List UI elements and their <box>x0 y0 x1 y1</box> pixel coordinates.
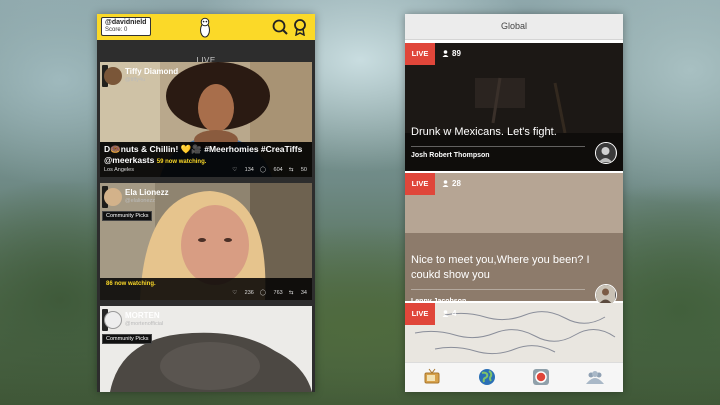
broadcast-card[interactable]: LIVE 4 <box>405 303 623 362</box>
viewer-count: 89 <box>442 49 461 58</box>
broadcast-card[interactable]: LIVE 28 Nice to meet you,Where you been?… <box>405 173 623 301</box>
likes-count: 134 <box>244 167 254 173</box>
restreams-stat: ⇆ 34 <box>288 290 307 296</box>
periscope-app-screen: Global LIVE 89 Drunk w Mexicans. Let's f… <box>405 14 623 392</box>
broadcast-card[interactable]: LIVE 89 Drunk w Mexicans. Let's fight. J… <box>405 43 623 171</box>
people-icon[interactable] <box>585 367 605 387</box>
community-picks-badge: Community Picks <box>102 211 153 221</box>
likes-stat: ♡ 134 <box>232 167 254 173</box>
viewer-count-value: 28 <box>452 179 461 188</box>
live-badge: LIVE <box>405 173 435 195</box>
watching-count: 59 now watching. <box>156 159 207 165</box>
community-picks-badge: Community Picks <box>102 334 153 344</box>
restreams-count: 50 <box>300 167 307 173</box>
stream-info: D🍩nuts & Chillin! 💛🎥 #Meerhomies #CreaTi… <box>100 142 312 177</box>
broadcaster-tag[interactable]: MORTEN @mortenofficial <box>102 309 163 331</box>
broadcaster-name: MORTEN <box>125 311 160 320</box>
person-icon <box>442 50 449 57</box>
broadcast-caption: Drunk w Mexicans. Let's fight. <box>411 126 557 138</box>
comments-stat: ◯ 604 <box>259 167 283 173</box>
stream-title: D🍩nuts & Chillin! 💛🎥 #Meerhomies #CreaTi… <box>104 144 308 168</box>
user-profile-box[interactable]: @davidnield Score: 0 <box>101 17 151 36</box>
person-icon <box>442 180 449 187</box>
stream-stats: ♡ 236 ◯ 763 ⇆ 34 <box>226 290 307 296</box>
stream-card[interactable]: MORTEN @mortenofficial Community Picks <box>100 306 312 392</box>
stream-stats: ♡ 134 ◯ 604 ⇆ 50 <box>226 167 307 173</box>
comments-stat: ◯ 763 <box>259 290 283 296</box>
broadcaster-handle: @mortenofficial <box>125 321 164 327</box>
avatar <box>104 188 122 206</box>
meerkat-logo-icon <box>200 17 210 38</box>
restreams-count: 34 <box>300 290 307 296</box>
tab-bar <box>405 362 623 392</box>
stream-card[interactable]: Tiffy Diamond @tiffy4u D🍩nuts & Chillin!… <box>100 62 312 177</box>
divider <box>411 146 585 147</box>
broadcaster-handle: @tiffy4u <box>125 77 146 83</box>
stream-location: Los Angeles <box>104 167 134 173</box>
broadcast-caption: Nice to meet you,Where you been? I coukd… <box>411 254 590 281</box>
broadcaster-name: Josh Robert Thompson <box>411 152 490 159</box>
likes-count: 236 <box>244 290 254 296</box>
live-badge: LIVE <box>405 303 435 325</box>
username: @davidnield <box>105 19 147 26</box>
comments-count: 763 <box>273 290 283 296</box>
comments-count: 604 <box>273 167 283 173</box>
divider <box>411 289 585 290</box>
broadcaster-name: Ela Lionezz <box>125 188 169 197</box>
broadcaster-avatar[interactable] <box>595 142 617 164</box>
person-icon <box>442 310 449 317</box>
broadcast-preview-image <box>405 303 623 362</box>
broadcaster-name: Tiffy Diamond <box>125 67 179 76</box>
camera-icon[interactable] <box>531 367 551 387</box>
viewer-count-value: 89 <box>452 49 461 58</box>
leaderboard-icon[interactable] <box>291 18 309 36</box>
likes-stat: ♡ 236 <box>232 290 254 296</box>
user-score: Score: 0 <box>105 27 128 33</box>
viewer-count-value: 4 <box>452 309 457 318</box>
tv-icon[interactable] <box>422 367 442 387</box>
stream-card[interactable]: Ela Lionezz @elalionezz Community Picks … <box>100 183 312 300</box>
search-icon[interactable] <box>271 18 289 36</box>
avatar-image <box>596 143 615 162</box>
broadcaster-tag[interactable]: Tiffy Diamond @tiffy4u <box>102 65 178 87</box>
meerkat-app-screen: @davidnield Score: 0 LIVE Tiffy Diamond … <box>97 14 315 392</box>
avatar <box>104 67 122 85</box>
app-header: Global <box>405 14 623 40</box>
avatar-image <box>596 285 615 304</box>
globe-icon[interactable] <box>477 367 497 387</box>
watching-count: 86 now watching. <box>106 281 156 287</box>
page-title: Global <box>500 21 527 31</box>
restreams-stat: ⇆ 50 <box>288 167 307 173</box>
avatar <box>104 311 122 329</box>
broadcaster-handle: @elalionezz <box>125 198 156 204</box>
broadcaster-tag[interactable]: Ela Lionezz @elalionezz <box>102 186 169 208</box>
app-header: @davidnield Score: 0 <box>97 14 315 40</box>
viewer-count: 4 <box>442 309 456 318</box>
viewer-count: 28 <box>442 179 461 188</box>
live-badge: LIVE <box>405 43 435 65</box>
